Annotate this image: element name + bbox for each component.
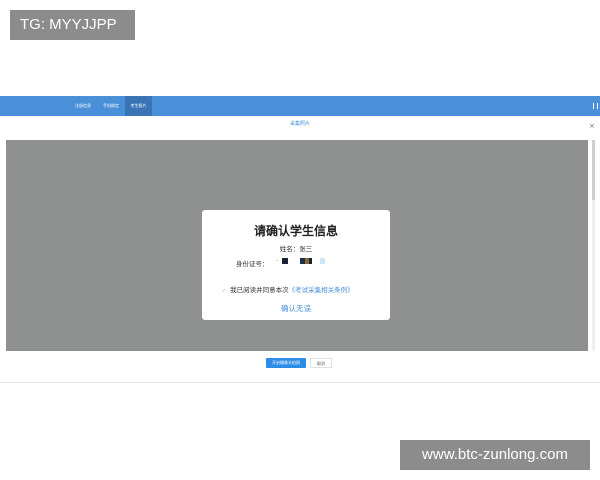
agree-checkbox[interactable]: ✓	[222, 288, 228, 294]
regulations-link[interactable]: 《考试采集相关条例》	[289, 286, 354, 294]
agree-text: 我已阅读并同意本次	[230, 286, 289, 294]
watermark-bottom-right: www.btc-zunlong.com	[400, 440, 590, 470]
close-icon[interactable]: ×	[589, 123, 595, 130]
id-prefix-dot: ·	[276, 258, 278, 265]
id-number-row: 身份证号： ·	[236, 258, 325, 268]
dialog-title: 请确认学生信息	[253, 224, 338, 238]
top-nav-bar: 注册信息 手机绑定 考生照片	[0, 96, 600, 116]
scrollbar[interactable]	[592, 140, 595, 351]
watermark-top-left: TG: MYYJJPP	[10, 10, 135, 40]
tab-phone-binding[interactable]: 手机绑定	[98, 96, 124, 116]
tab-candidate-photo[interactable]: 考生照片	[125, 96, 152, 116]
open-camera-button[interactable]: 开启摄像头拍照	[266, 358, 306, 368]
id-redacted-block	[320, 258, 325, 264]
id-redacted-block	[282, 258, 288, 264]
cancel-button[interactable]: 取消	[310, 358, 332, 368]
name-value: 张三	[299, 245, 313, 253]
pause-icon[interactable]	[593, 103, 598, 109]
confirm-student-info-dialog: 请确认学生信息 姓名：张三 身份证号： · ✓ 我已阅读并同意本次《考试采集相关…	[202, 210, 390, 320]
agreement-row: ✓ 我已阅读并同意本次《考试采集相关条例》	[222, 284, 382, 294]
confirm-button[interactable]: 确认无误	[202, 303, 390, 314]
scrollbar-thumb[interactable]	[592, 140, 595, 200]
id-label: 身份证号：	[236, 260, 269, 268]
name-label: 姓名：	[279, 245, 300, 253]
tab-registration-info[interactable]: 注册信息	[70, 96, 96, 116]
modal-title: 采集照片	[289, 121, 310, 127]
id-redacted-block	[309, 258, 312, 264]
student-name-row: 姓名：张三	[202, 243, 390, 253]
